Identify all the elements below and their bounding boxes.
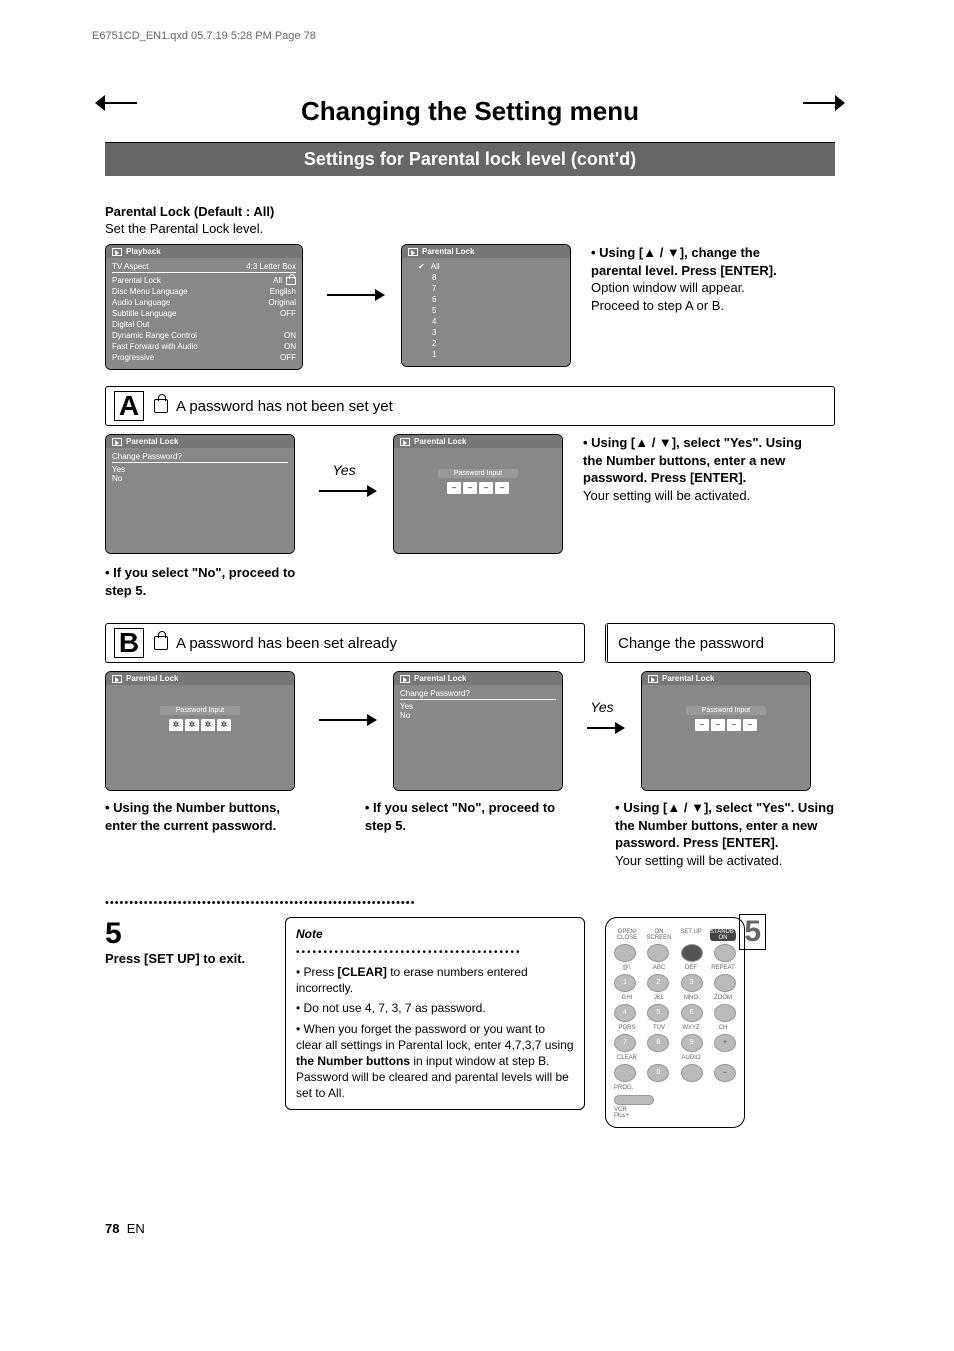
num-9-button[interactable]: 9 [681,1034,703,1052]
table-row: Subtitle LanguageOFF [112,308,296,319]
level-item: 2 [408,338,564,349]
level-item-all: All [408,261,564,272]
ch-up-button[interactable]: + [714,1034,736,1052]
chapter-title-bar: Changing the Setting menu [105,96,835,136]
ch-down-button[interactable]: – [714,1064,736,1082]
table-row: Audio LanguageOriginal [112,297,296,308]
audio-button[interactable] [681,1064,703,1082]
step-a-header: A A password has not been set yet [105,386,835,426]
play-icon [648,675,658,683]
num-7-button[interactable]: 7 [614,1034,636,1052]
change-password-panel: Parental Lock Change Password? Yes No [393,671,563,791]
doc-header: E6751CD_EN1.qxd 05.7.19 5:28 PM Page 78 [92,30,316,42]
panel-title: Playback [126,247,161,256]
open-close-button[interactable] [614,944,636,962]
zoom-button[interactable] [714,1004,736,1022]
play-icon [400,438,410,446]
arrow-label-yes: Yes [332,462,355,478]
step-b-text: A password has been set already [176,635,397,652]
password-input-panel: Parental Lock Password Input ✲ ✲ ✲ ✲ [105,671,295,791]
step-a-text: A password has not been set yet [176,398,393,415]
chapter-title: Changing the Setting menu [105,96,835,127]
subtitle: Settings for Parental lock level (cont'd… [105,142,835,176]
remote-control: 5 OPEN/ CLOSEON SCREENSET UPSTANDBY-ON @… [605,917,745,1128]
table-row: ProgressiveOFF [112,352,296,363]
remote-step-5: 5 [739,914,766,950]
section-heading: Parental Lock (Default : All) [105,204,835,219]
playback-settings-panel: Playback TV Aspect4:3 Letter Box Parenta… [105,244,303,370]
step-a-footnote: • If you select "No", proceed to step 5. [105,564,315,599]
arrow-right-icon [803,102,835,104]
num-6-button[interactable]: 6 [681,1004,703,1022]
prog-button[interactable] [614,1095,654,1105]
arrow-label-yes: Yes [590,699,613,715]
play-icon [408,248,418,256]
num-2-button[interactable]: 2 [647,974,669,992]
lock-icon [154,399,168,413]
play-icon [400,675,410,683]
level-item: 7 [408,283,564,294]
page-footer: 78 EN [105,1221,145,1236]
change-password-panel: Parental Lock Change Password? Yes No [105,434,295,554]
num-4-button[interactable]: 4 [614,1004,636,1022]
clear-button[interactable] [614,1064,636,1082]
step-b-caption-2: • If you select "No", proceed to step 5. [365,799,556,834]
onscreen-button[interactable] [647,944,669,962]
table-row: Disc Menu LanguageEnglish [112,286,296,297]
arrow-icon [587,727,617,729]
table-row: Dynamic Range ControlON [112,330,296,341]
play-icon [112,675,122,683]
repeat-button[interactable] [714,974,736,992]
section-sub: Set the Parental Lock level. [105,221,835,236]
lock-icon [286,277,296,285]
table-row: TV Aspect4:3 Letter Box [112,261,296,273]
arrow-icon [319,719,369,721]
level-item: 4 [408,316,564,327]
level-item: 5 [408,305,564,316]
level-item: 1 [408,349,564,360]
step-5-number: 5 [105,917,265,951]
step-letter-a: A [114,391,144,421]
arrow-icon [319,490,369,492]
standby-button[interactable] [714,944,736,962]
arrow-icon [327,294,377,296]
level-item: 6 [408,294,564,305]
parental-level-panel: Parental Lock All 8 7 6 5 4 3 2 1 [401,244,571,367]
password-input-panel: Parental Lock Password Input – – – – [641,671,811,791]
setup-button[interactable] [681,944,703,962]
level-item: 8 [408,272,564,283]
num-3-button[interactable]: 3 [681,974,703,992]
table-row: Parental LockAll [112,275,296,286]
num-0-button[interactable]: 0 [647,1064,669,1082]
play-icon [112,438,122,446]
password-input-panel: Parental Lock Password Input – – – – [393,434,563,554]
change-password-header: Change the password [605,623,835,663]
table-row: Digital Out [112,319,296,330]
step-b-caption-3: • Using [▲ / ▼], select "Yes". Using the… [615,799,835,869]
num-1-button[interactable]: 1 [614,974,636,992]
table-row: Fast Forward with AudioON [112,341,296,352]
step-letter-b: B [114,628,144,658]
num-8-button[interactable]: 8 [647,1034,669,1052]
divider-dots: ••••••••••••••••••••••••••••••••••••••••… [105,897,535,909]
step-5-text: Press [SET UP] to exit. [105,951,265,966]
num-5-button[interactable]: 5 [647,1004,669,1022]
instruction-text: • Using [▲ / ▼], select "Yes". Using the… [583,434,813,504]
step-b-caption-1: • Using the Number buttons, enter the cu… [105,799,306,834]
panel-title: Parental Lock [422,247,474,256]
step-b-header: B A password has been set already [105,623,585,663]
play-icon [112,248,122,256]
lock-icon [154,636,168,650]
instruction-text: • Using [▲ / ▼], change the parental lev… [591,244,801,314]
note-box: Note •••••••••••••••••••••••••••••••••••… [285,917,585,1110]
level-item: 3 [408,327,564,338]
